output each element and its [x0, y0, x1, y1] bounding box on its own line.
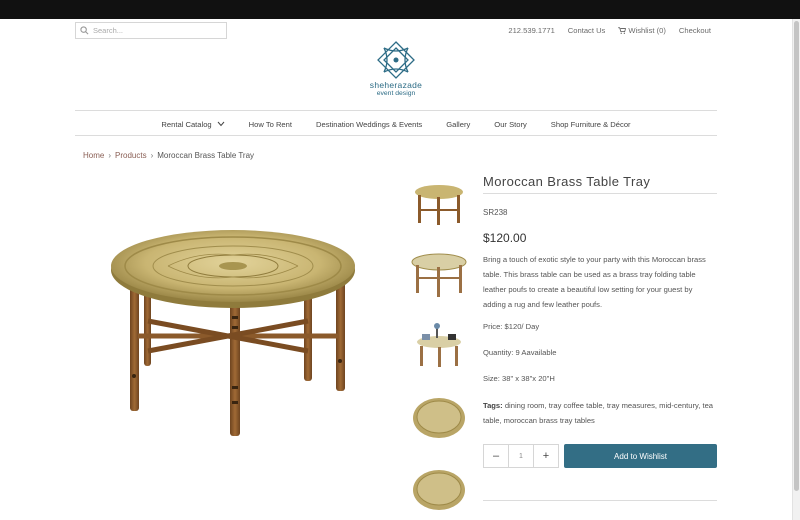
quantity-increase-button[interactable]: + — [534, 445, 558, 467]
wishlist-link[interactable]: Wishlist (0) — [618, 26, 666, 35]
nav-bottom-divider — [75, 135, 717, 136]
quantity-available: Quantity: 9 Aavailable — [483, 348, 557, 357]
scrollbar-thumb[interactable] — [794, 21, 799, 491]
breadcrumb-current: Moroccan Brass Table Tray — [157, 151, 255, 160]
thumbnail-3[interactable] — [408, 320, 470, 370]
chevron-right-icon: › — [150, 151, 154, 160]
product-size: Size: 38" x 38"x 20"H — [483, 374, 555, 383]
nav-destination-weddings[interactable]: Destination Weddings & Events — [316, 120, 422, 129]
nav-rental-catalog[interactable]: Rental Catalog — [161, 119, 225, 129]
breadcrumb-home[interactable]: Home — [83, 151, 104, 160]
quantity-input[interactable]: 1 — [508, 445, 534, 467]
browser-top-bar — [0, 0, 800, 19]
page-scrollbar[interactable] — [792, 19, 800, 520]
bottom-divider — [483, 500, 717, 501]
tags-label: Tags: — [483, 401, 503, 410]
search-input[interactable] — [93, 26, 223, 35]
wishlist-label: Wishlist (0) — [628, 26, 666, 35]
search-icon — [80, 26, 89, 35]
nav-gallery[interactable]: Gallery — [446, 120, 470, 129]
top-links: 212.539.1771 Contact Us Wishlist (0) Che… — [508, 26, 711, 35]
title-divider — [483, 193, 717, 194]
add-to-wishlist-button[interactable]: Add to Wishlist — [564, 444, 717, 468]
quantity-decrease-button[interactable]: – — [484, 445, 508, 467]
chevron-down-icon — [217, 121, 225, 127]
nav-shop-furniture[interactable]: Shop Furniture & Décor — [551, 120, 631, 129]
logo-tagline: event design — [376, 90, 416, 97]
nav-how-to-rent[interactable]: How To Rent — [249, 120, 292, 129]
breadcrumb-products[interactable]: Products — [115, 151, 147, 160]
logo-emblem-icon — [377, 41, 415, 79]
product-title: Moroccan Brass Table Tray — [483, 174, 651, 189]
thumbnail-2[interactable] — [408, 250, 470, 300]
quantity-stepper: – 1 + — [483, 444, 559, 468]
nav-item-label: Rental Catalog — [161, 119, 212, 129]
phone-link[interactable]: 212.539.1771 — [508, 26, 554, 35]
tags-list[interactable]: dining room, tray coffee table, tray mea… — [483, 401, 713, 425]
product-sku: SR238 — [483, 208, 508, 217]
contact-link[interactable]: Contact Us — [568, 26, 606, 35]
product-price: $120.00 — [483, 231, 527, 245]
thumbnail-4[interactable] — [408, 390, 470, 440]
main-nav: Rental Catalog How To Rent Destination W… — [75, 112, 717, 136]
thumbnail-5[interactable] — [408, 462, 470, 512]
product-main-image[interactable] — [108, 226, 358, 440]
checkout-link[interactable]: Checkout — [679, 26, 711, 35]
price-per-day: Price: $120/ Day — [483, 322, 540, 331]
product-tags: Tags: dining room, tray coffee table, tr… — [483, 398, 717, 428]
breadcrumb: Home › Products › Moroccan Brass Table T… — [83, 151, 254, 160]
cart-icon — [618, 27, 627, 34]
logo-name: sheherazade — [369, 80, 423, 90]
brand-logo[interactable]: sheherazade event design — [350, 40, 442, 104]
search-box[interactable] — [75, 22, 227, 39]
thumbnail-1[interactable] — [408, 180, 470, 230]
nav-top-divider — [75, 110, 717, 111]
nav-our-story[interactable]: Our Story — [494, 120, 527, 129]
product-description: Bring a touch of exotic style to your pa… — [483, 255, 706, 309]
chevron-right-icon: › — [108, 151, 112, 160]
